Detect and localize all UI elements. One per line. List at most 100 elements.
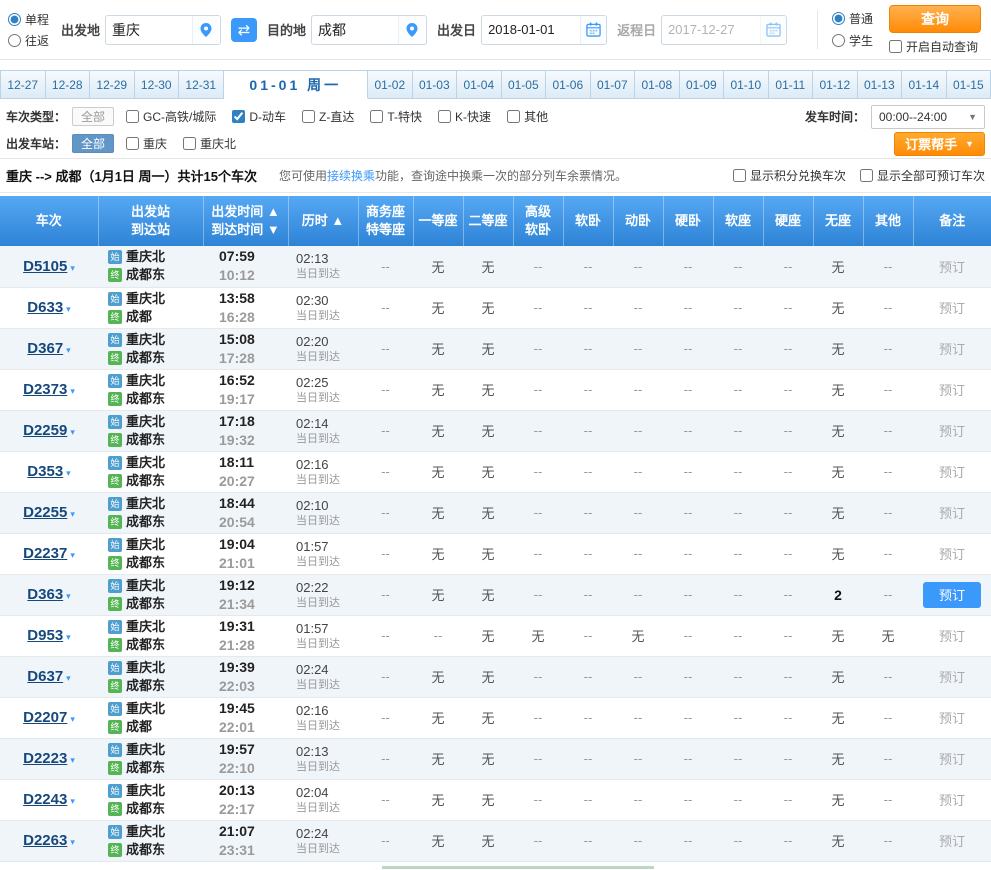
depart-time-select[interactable]: 00:00--24:00 ▼ <box>871 105 985 129</box>
train-number-link[interactable]: D2259 <box>23 422 67 439</box>
student-radio-input[interactable] <box>832 34 845 47</box>
date-tab[interactable]: 12-28 <box>46 70 91 99</box>
train-type-checkbox-input[interactable] <box>438 110 451 123</box>
expand-caret-icon[interactable]: ▾ <box>70 796 75 806</box>
train-number-link[interactable]: D2223 <box>23 750 67 767</box>
column-header[interactable]: 出发时间 ▲到达时间 ▼ <box>203 196 288 246</box>
round-trip-radio[interactable]: 往返 <box>8 32 49 49</box>
show-all-bookable-checkbox-input[interactable] <box>860 169 873 182</box>
expand-caret-icon[interactable]: ▾ <box>70 755 75 765</box>
date-tab[interactable]: 01-05 <box>502 70 547 99</box>
train-type-all-button[interactable]: 全部 <box>72 107 114 126</box>
date-tab[interactable]: 12-27 <box>0 70 46 99</box>
expand-caret-icon[interactable]: ▾ <box>70 509 75 519</box>
date-tab[interactable]: 01-06 <box>546 70 591 99</box>
booking-helper-button[interactable]: 订票帮手▼ <box>894 132 985 156</box>
train-type-checkbox-input[interactable] <box>507 110 520 123</box>
date-tab[interactable]: 01-10 <box>724 70 769 99</box>
date-tab[interactable]: 01-02 <box>368 70 413 99</box>
depart-station-checkbox[interactable]: 重庆北 <box>183 135 236 152</box>
expand-caret-icon[interactable]: ▾ <box>70 837 75 847</box>
date-tab[interactable]: 12-31 <box>179 70 224 99</box>
expand-caret-icon[interactable]: ▾ <box>66 632 71 642</box>
train-number-link[interactable]: D5105 <box>23 258 67 275</box>
train-type-checkbox[interactable]: T-特快 <box>370 108 422 125</box>
one-way-radio[interactable]: 单程 <box>8 11 49 28</box>
train-number-link[interactable]: D2207 <box>23 709 67 726</box>
train-number-link[interactable]: D953 <box>27 627 63 644</box>
date-tab[interactable]: 01-03 <box>413 70 458 99</box>
train-type-checkbox[interactable]: Z-直达 <box>302 108 354 125</box>
date-tab[interactable]: 12-29 <box>90 70 135 99</box>
train-type-checkbox[interactable]: K-快速 <box>438 108 491 125</box>
train-number-link[interactable]: D2263 <box>23 832 67 849</box>
train-number-link[interactable]: D637 <box>27 668 63 685</box>
train-number-link[interactable]: D367 <box>27 340 63 357</box>
depart-station-all-button[interactable]: 全部 <box>72 134 114 153</box>
student-passenger-radio[interactable]: 学生 <box>832 32 873 49</box>
train-number-link[interactable]: D2237 <box>23 545 67 562</box>
query-button[interactable]: 查询 <box>889 5 981 33</box>
train-number-link[interactable]: D633 <box>27 299 63 316</box>
date-tab[interactable]: 01-04 <box>457 70 502 99</box>
train-type-checkbox-input[interactable] <box>232 110 245 123</box>
expand-caret-icon[interactable]: ▾ <box>66 468 71 478</box>
date-tab[interactable]: 01-13 <box>858 70 903 99</box>
train-type-checkbox-input[interactable] <box>370 110 383 123</box>
expand-caret-icon[interactable]: ▾ <box>70 386 75 396</box>
normal-passenger-radio[interactable]: 普通 <box>832 10 873 27</box>
train-number-link[interactable]: D353 <box>27 463 63 480</box>
round-trip-radio-input[interactable] <box>8 34 21 47</box>
expand-caret-icon[interactable]: ▾ <box>66 345 71 355</box>
show-all-bookable-checkbox[interactable]: 显示全部可预订车次 <box>860 167 985 184</box>
expand-caret-icon[interactable]: ▾ <box>70 427 75 437</box>
date-tab[interactable]: 01-14 <box>902 70 947 99</box>
train-number-link[interactable]: D2373 <box>23 381 67 398</box>
train-type-checkbox[interactable]: 其他 <box>507 108 548 125</box>
train-type-checkbox-input[interactable] <box>126 110 139 123</box>
expand-caret-icon[interactable]: ▾ <box>66 304 71 314</box>
return-calendar-icon[interactable] <box>760 16 786 44</box>
to-pin-icon[interactable] <box>398 16 424 44</box>
date-tab[interactable]: 01-01 周一 <box>224 70 369 99</box>
train-type-checkbox-input[interactable] <box>302 110 315 123</box>
expand-caret-icon[interactable]: ▾ <box>70 550 75 560</box>
date-tab[interactable]: 01-08 <box>635 70 680 99</box>
from-pin-icon[interactable] <box>192 16 218 44</box>
train-number-link[interactable]: D363 <box>27 586 63 603</box>
date-tab[interactable]: 01-12 <box>813 70 858 99</box>
expand-caret-icon[interactable]: ▾ <box>66 591 71 601</box>
depart-calendar-icon[interactable] <box>580 16 606 44</box>
return-date-input[interactable] <box>662 16 760 44</box>
train-number-link[interactable]: D2243 <box>23 791 67 808</box>
normal-radio-input[interactable] <box>832 12 845 25</box>
seat-availability: -- <box>513 492 563 533</box>
expand-caret-icon[interactable]: ▾ <box>70 263 75 273</box>
date-tab[interactable]: 01-07 <box>591 70 636 99</box>
auto-query-checkbox-input[interactable] <box>889 40 902 53</box>
from-input[interactable] <box>106 16 192 44</box>
date-tab[interactable]: 01-09 <box>680 70 725 99</box>
one-way-radio-input[interactable] <box>8 13 21 26</box>
book-button[interactable]: 预订 <box>923 582 981 608</box>
auto-query-checkbox[interactable]: 开启自动查询 <box>889 38 978 55</box>
to-input[interactable] <box>312 16 398 44</box>
transfer-link[interactable]: 接续换乘 <box>327 169 375 183</box>
date-tab[interactable]: 01-15 <box>947 70 991 99</box>
column-header[interactable]: 历时 ▲ <box>288 196 358 246</box>
show-points-checkbox-input[interactable] <box>733 169 746 182</box>
depart-station-checkbox-input[interactable] <box>183 137 196 150</box>
depart-station-checkbox-input[interactable] <box>126 137 139 150</box>
date-tab[interactable]: 01-11 <box>769 70 814 99</box>
train-type-checkbox[interactable]: GC-高铁/城际 <box>126 108 216 125</box>
date-tab[interactable]: 12-30 <box>135 70 180 99</box>
swap-stations-icon[interactable]: ⇄ <box>231 18 257 42</box>
expand-caret-icon[interactable]: ▾ <box>70 714 75 724</box>
train-number-link[interactable]: D2255 <box>23 504 67 521</box>
depart-date-input[interactable] <box>482 16 580 44</box>
seat-availability: -- <box>513 779 563 820</box>
show-points-checkbox[interactable]: 显示积分兑换车次 <box>733 167 846 184</box>
expand-caret-icon[interactable]: ▾ <box>66 673 71 683</box>
train-type-checkbox[interactable]: D-动车 <box>232 108 286 125</box>
depart-station-checkbox[interactable]: 重庆 <box>126 135 167 152</box>
